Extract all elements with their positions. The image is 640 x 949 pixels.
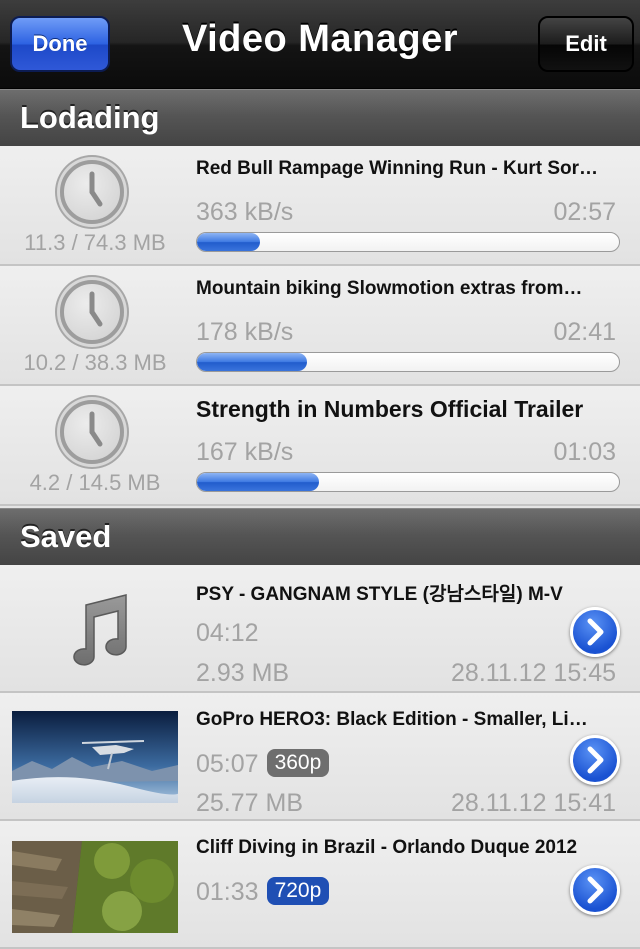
- download-size: 10.2 / 38.3 MB: [23, 350, 167, 375]
- saved-video-row[interactable]: Cliff Diving in Brazil - Orlando Duque 2…: [0, 821, 640, 949]
- video-thumbnail: [12, 711, 178, 803]
- video-title: Cliff Diving in Brazil - Orlando Duque 2…: [196, 837, 578, 858]
- video-date: 28.11.12 15:41: [451, 789, 616, 817]
- detail-disclosure-button[interactable]: [570, 865, 620, 915]
- section-title: Saved: [20, 519, 112, 554]
- download-size: 4.2 / 14.5 MB: [29, 470, 161, 495]
- download-size: 11.3 / 74.3 MB: [24, 230, 166, 255]
- section-title: Lodading: [20, 100, 160, 135]
- download-row[interactable]: 4.2 / 14.5 MB Strength in Numbers Offici…: [0, 386, 640, 506]
- progress-fill: [197, 353, 307, 371]
- video-title: PSY - GANGNAM STYLE (강남스타일) M-V: [196, 584, 563, 605]
- saved-video-row[interactable]: PSY - GANGNAM STYLE (강남스타일) M-V 04:12 2.…: [0, 565, 640, 693]
- saved-video-row[interactable]: GoPro HERO3: Black Edition - Smaller, Li…: [0, 693, 640, 821]
- progress-fill: [197, 233, 261, 251]
- quality-badge: 720p: [266, 877, 330, 905]
- progress-fill: [197, 473, 320, 491]
- download-eta: 02:57: [553, 198, 616, 226]
- video-size: 2.93 MB: [196, 659, 290, 687]
- download-eta: 01:03: [553, 438, 616, 466]
- download-row[interactable]: 10.2 / 38.3 MB Mountain biking Slowmotio…: [0, 266, 640, 386]
- clock-icon: [60, 280, 124, 344]
- video-duration: 05:07: [196, 750, 259, 778]
- download-speed: 167 kB/s: [196, 438, 294, 466]
- download-row[interactable]: 11.3 / 74.3 MB Red Bull Rampage Winning …: [0, 146, 640, 266]
- download-speed: 178 kB/s: [196, 318, 294, 346]
- edit-button[interactable]: Edit: [538, 16, 634, 72]
- download-speed: 363 kB/s: [196, 198, 294, 226]
- navigation-bar: Done Video Manager Edit: [0, 0, 640, 89]
- section-header-loading: Lodading: [0, 89, 640, 147]
- quality-badge: 360p: [266, 749, 330, 777]
- progress-bar: [196, 352, 620, 372]
- video-title: GoPro HERO3: Black Edition - Smaller, Li…: [196, 709, 588, 730]
- download-eta: 02:41: [553, 318, 616, 346]
- video-duration: 01:33: [196, 878, 259, 906]
- detail-disclosure-button[interactable]: [570, 735, 620, 785]
- video-size: 25.77 MB: [196, 789, 304, 817]
- progress-bar: [196, 232, 620, 252]
- video-date: 28.11.12 15:45: [451, 659, 616, 687]
- music-note-icon: [56, 591, 136, 676]
- video-thumbnail: [12, 841, 178, 933]
- video-info: 01:33 720p: [196, 877, 330, 907]
- progress-bar: [196, 472, 620, 492]
- clock-icon: [60, 160, 124, 224]
- download-title: Mountain biking Slowmotion extras from…: [196, 278, 583, 299]
- video-duration: 04:12: [196, 619, 259, 647]
- download-title: Strength in Numbers Official Trailer: [196, 396, 584, 422]
- section-header-saved: Saved: [0, 508, 640, 566]
- clock-icon: [60, 400, 124, 464]
- video-info: 05:07 360p: [196, 749, 330, 779]
- detail-disclosure-button[interactable]: [570, 607, 620, 657]
- download-title: Red Bull Rampage Winning Run - Kurt Sor…: [196, 158, 598, 179]
